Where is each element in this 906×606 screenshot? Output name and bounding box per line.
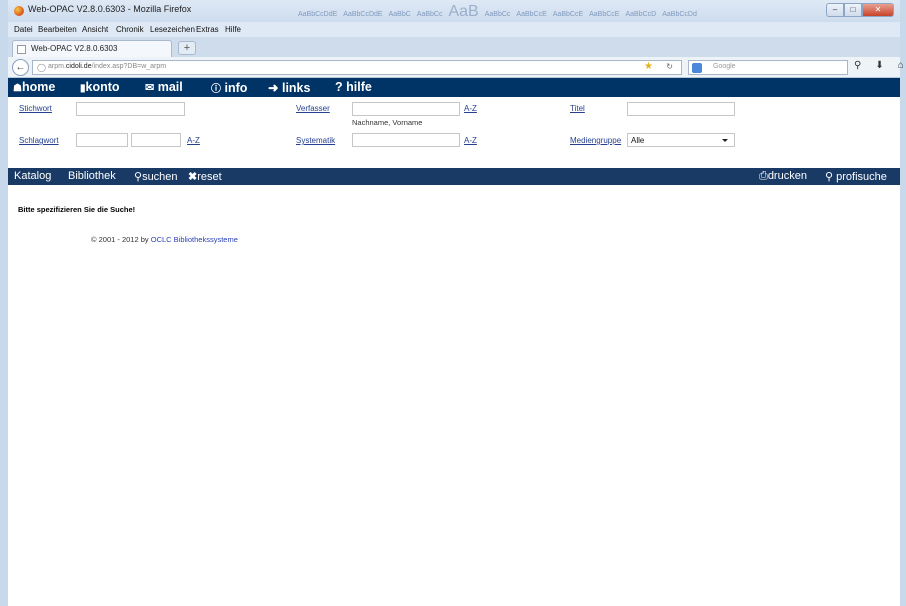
reset-button[interactable]: ✖reset xyxy=(188,170,222,183)
arrow-right-icon: ➜ xyxy=(268,81,279,95)
search-icon: ⚲ xyxy=(825,171,834,183)
verfasser-az-link[interactable]: A-Z xyxy=(464,104,477,113)
mail-icon: ✉ xyxy=(145,82,155,94)
house-icon: ☗ xyxy=(13,83,22,94)
url-domain: cidoli.de xyxy=(65,63,92,70)
url-bar[interactable]: ◯ arpm.cidoli.de/index.asp?DB=w_arpm ★ ↻ xyxy=(32,60,682,75)
url-prefix: arpm. xyxy=(48,63,66,70)
nav-hilfe[interactable]: ? hilfe xyxy=(335,80,372,94)
systematik-label[interactable]: Systematik xyxy=(296,136,335,145)
suchen-button[interactable]: ⚲suchen xyxy=(134,170,178,183)
mediengruppe-select[interactable]: Alle xyxy=(627,133,735,147)
profisuche-button[interactable]: ⚲ profisuche xyxy=(825,170,887,183)
tab-web-opac[interactable]: Web-OPAC V2.8.0.6303 xyxy=(12,40,172,57)
sub-navigation: Katalog Bibliothek ⚲suchen ✖reset ⎙druck… xyxy=(8,168,900,185)
verfasser-label[interactable]: Verfasser xyxy=(296,104,330,113)
window-frame-right xyxy=(900,0,906,606)
tab-label: Web-OPAC V2.8.0.6303 xyxy=(31,44,118,53)
window-controls: – □ ✕ xyxy=(826,3,894,17)
page-icon xyxy=(17,45,26,54)
search-message: Bitte spezifizieren Sie die Suche! xyxy=(18,205,136,214)
stichwort-input[interactable] xyxy=(76,102,185,116)
firefox-icon xyxy=(14,6,24,16)
schlagwort-input-2[interactable] xyxy=(131,133,181,147)
schlagwort-input-1[interactable] xyxy=(76,133,128,147)
url-path: /index.asp?DB=w_arpm xyxy=(91,63,167,70)
menu-extras[interactable]: Extras xyxy=(196,25,219,34)
printer-icon: ⎙ xyxy=(759,170,768,182)
new-tab-button[interactable]: + xyxy=(178,41,196,55)
stichwort-label[interactable]: Stichwort xyxy=(19,104,52,113)
nav-katalog[interactable]: Katalog xyxy=(14,170,51,182)
reload-icon[interactable]: ↻ xyxy=(666,62,673,71)
url-text: arpm.cidoli.de/index.asp?DB=w_arpm xyxy=(48,63,166,70)
window-frame-left xyxy=(0,0,8,606)
search-placeholder: Google xyxy=(713,63,736,70)
maximize-button[interactable]: □ xyxy=(844,3,862,17)
reset-x-icon: ✖ xyxy=(188,171,198,183)
mediengruppe-label[interactable]: Mediengruppe xyxy=(570,136,621,145)
titel-input[interactable] xyxy=(627,102,735,116)
schlagwort-label[interactable]: Schlagwort xyxy=(19,136,59,145)
bookmark-star-icon[interactable]: ★ xyxy=(644,61,653,72)
systematik-input[interactable] xyxy=(352,133,460,147)
download-icon[interactable]: ⬇ xyxy=(875,60,883,71)
verfasser-hint: Nachname, Vorname xyxy=(352,118,423,127)
menu-ansicht[interactable]: Ansicht xyxy=(82,25,108,34)
menu-lesezeichen[interactable]: Lesezeichen xyxy=(150,25,195,34)
search-bar[interactable]: Google xyxy=(688,60,848,75)
info-icon: ⓘ xyxy=(211,84,221,95)
menu-chronik[interactable]: Chronik xyxy=(116,25,144,34)
menu-bearbeiten[interactable]: Bearbeiten xyxy=(38,25,77,34)
nav-mail[interactable]: ✉ mail xyxy=(145,80,183,94)
titel-label[interactable]: Titel xyxy=(570,104,585,113)
home-icon[interactable]: ⌂ xyxy=(898,60,904,71)
search-icon: ⚲ xyxy=(134,171,143,183)
copyright-text: © 2001 - 2012 by xyxy=(91,235,149,244)
title-bar: Web-OPAC V2.8.0.6303 - Mozilla Firefox A… xyxy=(8,0,900,22)
schlagwort-az-link[interactable]: A-Z xyxy=(187,136,200,145)
chevron-down-icon xyxy=(722,139,728,142)
drucken-button[interactable]: ⎙drucken xyxy=(759,170,807,183)
menu-datei[interactable]: Datei xyxy=(14,25,33,34)
oclc-link[interactable]: OCLC Bibliothekssysteme xyxy=(151,235,238,244)
back-button[interactable]: ← xyxy=(12,59,29,76)
nav-links[interactable]: ➜ links xyxy=(268,80,310,95)
menu-hilfe[interactable]: Hilfe xyxy=(225,25,241,34)
nav-konto[interactable]: ▮konto xyxy=(80,80,120,94)
nav-home[interactable]: ☗home xyxy=(13,80,55,94)
globe-icon: ◯ xyxy=(37,63,46,72)
search-icon[interactable]: ⚲ xyxy=(854,60,861,71)
tab-bar: Web-OPAC V2.8.0.6303 + xyxy=(8,37,900,57)
search-engine-icon[interactable] xyxy=(692,63,702,73)
menu-bar: Datei Bearbeiten Ansicht Chronik Lesezei… xyxy=(8,22,900,37)
footer: © 2001 - 2012 by OCLC Bibliothekssysteme xyxy=(91,235,238,244)
mediengruppe-value: Alle xyxy=(631,136,645,145)
systematik-az-link[interactable]: A-Z xyxy=(464,136,477,145)
top-navigation: ☗home ▮konto ✉ mail ⓘ info ➜ links ? hil… xyxy=(8,78,900,97)
nav-bibliothek[interactable]: Bibliothek xyxy=(68,170,116,182)
close-button[interactable]: ✕ xyxy=(862,3,894,17)
window-title: Web-OPAC V2.8.0.6303 - Mozilla Firefox xyxy=(28,4,192,14)
nav-info[interactable]: ⓘ info xyxy=(211,80,247,95)
minimize-button[interactable]: – xyxy=(826,3,844,17)
navigation-bar: ← ◯ arpm.cidoli.de/index.asp?DB=w_arpm ★… xyxy=(8,57,904,78)
verfasser-input[interactable] xyxy=(352,102,460,116)
toolbar-icons: ⚲ ⬇ ⌂ xyxy=(854,60,904,71)
